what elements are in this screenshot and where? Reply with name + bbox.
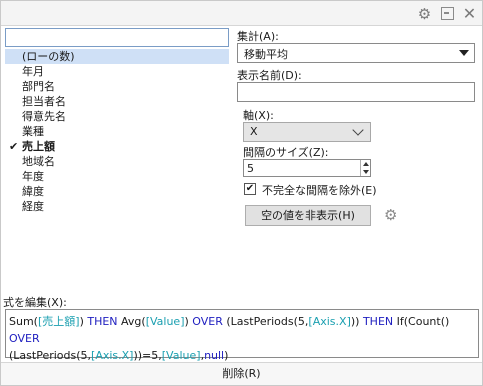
hide-empty-values-button[interactable]: 空の値を非表示(H) (245, 205, 371, 226)
interval-label: 間隔のサイズ(Z): (243, 146, 329, 159)
list-item[interactable]: 緯度 (5, 184, 229, 199)
list-item[interactable]: 得意先名 (5, 109, 229, 124)
exclude-incomplete-label: 不完全な間隔を除外(E) (262, 184, 377, 197)
list-item-label: 地域名 (22, 155, 55, 168)
list-item-label: 部門名 (22, 80, 55, 93)
expression-editor[interactable]: Sum([売上額]) THEN Avg([Value]) OVER (LastP… (5, 309, 479, 362)
expr-keyword: OVER (9, 332, 40, 345)
list-item-label: (ローの数) (22, 50, 75, 63)
list-item[interactable]: (ローの数) (5, 49, 229, 64)
stepper-buttons[interactable] (360, 160, 370, 176)
list-item[interactable]: 年月 (5, 64, 229, 79)
expr-column: [Value] (161, 349, 201, 362)
checkmark-icon: ✔ (9, 140, 19, 153)
display-name-label: 表示名前(D): (237, 69, 302, 82)
list-item[interactable]: 業種 (5, 124, 229, 139)
list-item[interactable]: 地域名 (5, 154, 229, 169)
list-item-label: 担当者名 (22, 95, 66, 108)
gear-icon[interactable]: ⚙ (417, 5, 432, 23)
expr-text: )) (350, 315, 363, 328)
expr-column: [Value] (145, 315, 185, 328)
gear-icon[interactable]: ⚙ (384, 206, 397, 224)
list-item[interactable]: 経度 (5, 199, 229, 214)
aggregation-label: 集計(A): (237, 30, 279, 43)
axis-dropdown[interactable]: X (243, 122, 371, 142)
list-item[interactable]: ✔ 売上額 (5, 139, 229, 154)
axis-value: X (250, 125, 258, 138)
expr-keyword: THEN (87, 315, 118, 328)
list-item-label: 経度 (22, 200, 44, 213)
list-item-label: 売上額 (22, 140, 55, 153)
expr-column: [Axis.X] (308, 315, 351, 328)
expr-text: ) (224, 349, 229, 362)
expr-keyword: null (204, 349, 225, 362)
delete-button[interactable]: 削除(R) (1, 362, 482, 385)
chevron-down-icon (352, 124, 364, 136)
popout-icon[interactable] (441, 7, 454, 20)
dropdown-arrow-icon (459, 50, 469, 56)
axis-label: 軸(X): (243, 109, 274, 122)
column-list: (ローの数) 年月 部門名 担当者名 得意先名 業種 ✔ 売上額 地域名 年度 緯度 経度 (5, 49, 229, 214)
list-item-label: 年月 (22, 65, 44, 78)
list-item[interactable]: 年度 (5, 169, 229, 184)
list-item-label: 得意先名 (22, 110, 66, 123)
aggregation-dropdown[interactable]: 移動平均 (237, 43, 475, 63)
expr-keyword: THEN (362, 315, 394, 328)
expr-text: ))=5, (133, 349, 162, 362)
list-item[interactable]: 部門名 (5, 79, 229, 94)
expr-column: [売上額] (37, 315, 80, 328)
exclude-incomplete-checkbox[interactable]: ✔ (244, 183, 256, 195)
list-item-label: 年度 (22, 170, 44, 183)
stepper-down-icon[interactable] (363, 170, 369, 174)
title-bar: ⚙ ✕ (1, 1, 482, 26)
list-item-label: 業種 (22, 125, 44, 138)
expr-text: (LastPeriods(5, (222, 315, 309, 328)
expr-text: Sum( (9, 315, 38, 328)
expr-text: Avg( (117, 315, 146, 328)
interval-stepper[interactable]: 5 (243, 159, 371, 177)
interval-value: 5 (247, 162, 254, 175)
close-icon[interactable]: ✕ (462, 4, 477, 23)
expr-column: [Axis.X] (91, 349, 134, 362)
list-item-label: 緯度 (22, 185, 44, 198)
list-item[interactable]: 担当者名 (5, 94, 229, 109)
expr-keyword: OVER (192, 315, 223, 328)
aggregation-value: 移動平均 (244, 48, 288, 61)
display-name-input[interactable] (237, 82, 475, 102)
expression-label: 式を編集(X): (3, 296, 67, 309)
search-input[interactable] (5, 28, 229, 47)
stepper-up-icon[interactable] (363, 162, 369, 166)
expr-text: (LastPeriods(5, (9, 349, 92, 362)
expr-text: If(Count() (393, 315, 450, 328)
